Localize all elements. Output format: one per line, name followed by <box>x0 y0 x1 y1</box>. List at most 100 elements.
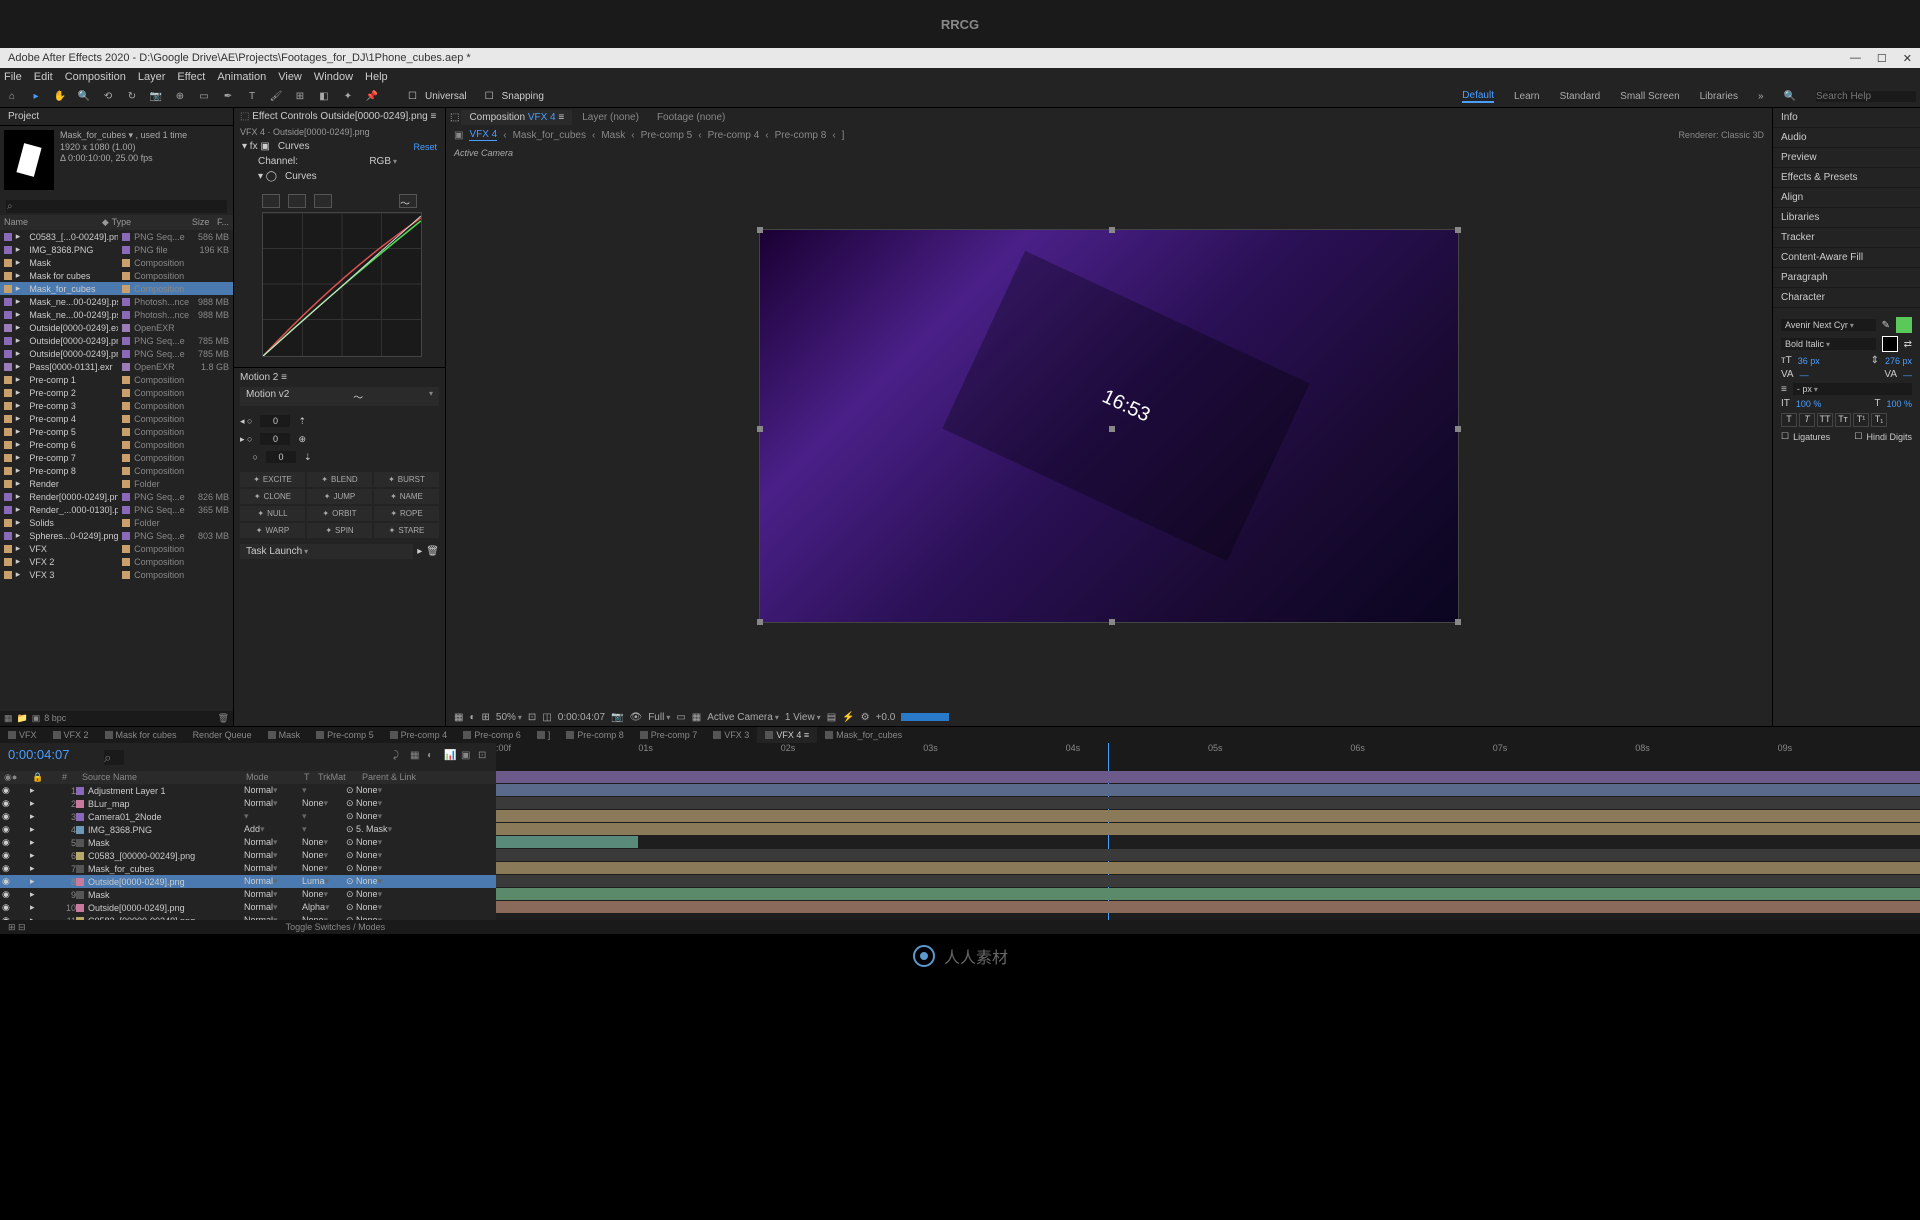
menu-edit[interactable]: Edit <box>34 71 53 83</box>
layer-bar[interactable] <box>496 849 1920 861</box>
search-icon[interactable]: 🔍 <box>1784 91 1796 102</box>
resolution-dropdown[interactable]: Full <box>648 712 670 723</box>
motion-jump-button[interactable]: ✦JUMP <box>307 489 372 504</box>
project-item[interactable]: ▸Pass[0000-0131].exrOpenEXR1.8 GB <box>0 360 233 373</box>
roto-tool-icon[interactable]: ✦ <box>340 89 356 105</box>
timeline-column-headers[interactable]: ◉●🔒# Source Name Mode T TrkMat Parent & … <box>0 771 496 784</box>
motion-name-button[interactable]: ✦NAME <box>374 489 439 504</box>
channel-icon[interactable]: ◫ <box>542 712 551 723</box>
timeline-tab[interactable]: Pre-comp 4 <box>382 727 456 743</box>
timeline-ruler[interactable]: :00f01s02s03s04s05s06s07s08s09s10 <box>496 743 1920 771</box>
timeline-tab[interactable]: Mask for cubes <box>97 727 185 743</box>
task-go-button[interactable]: ▸ <box>417 546 422 557</box>
alpha-icon[interactable]: ▦ <box>454 712 463 723</box>
project-item[interactable]: ▸Pre-comp 4Composition <box>0 412 233 425</box>
rotation-tool-icon[interactable]: ↻ <box>124 89 140 105</box>
toggle-switches-button[interactable]: Toggle Switches / Modes <box>286 922 386 932</box>
project-item[interactable]: ▸Mask_ne...00-0249].psdPhotosh...nce988 … <box>0 295 233 308</box>
zoom-dropdown[interactable]: 50% <box>496 712 522 723</box>
project-item[interactable]: ▸SolidsFolder <box>0 516 233 529</box>
tl-draft3d-icon[interactable]: ▣ <box>461 750 475 764</box>
timeline-tab[interactable]: Pre-comp 8 <box>558 727 632 743</box>
project-item[interactable]: ▸Pre-comp 5Composition <box>0 425 233 438</box>
timeline-layer-row[interactable]: ◉▸10Outside[0000-0249].pngNormal▾Alpha▾⊙… <box>0 901 496 914</box>
panel-tracker[interactable]: Tracker <box>1773 228 1920 248</box>
timeline-tab[interactable]: ] <box>529 727 559 743</box>
layer-tab[interactable]: Layer (none) <box>574 110 647 125</box>
kerning-input[interactable]: — <box>1800 370 1809 380</box>
motion-orbit-button[interactable]: ✦ORBIT <box>307 506 372 521</box>
pixel-aspect-icon[interactable]: ▤ <box>827 712 836 723</box>
menu-composition[interactable]: Composition <box>65 71 126 83</box>
menu-view[interactable]: View <box>278 71 302 83</box>
curve-linear-button[interactable] <box>288 194 306 208</box>
layer-bar[interactable] <box>496 797 1920 809</box>
timeline-layer-row[interactable]: ◉▸8Outside[0000-0249].pngNormal▾Luma▾⊙ N… <box>0 875 496 888</box>
type-tool-icon[interactable]: T <box>244 89 260 105</box>
maximize-button[interactable]: ☐ <box>1877 52 1887 65</box>
task-launch-dropdown[interactable]: Task Launch <box>240 544 413 559</box>
panel-effects---presets[interactable]: Effects & Presets <box>1773 168 1920 188</box>
project-item[interactable]: ▸VFXComposition <box>0 542 233 555</box>
project-item[interactable]: ▸Mask_for_cubesComposition <box>0 282 233 295</box>
allcaps-button[interactable]: TT <box>1817 413 1833 427</box>
show-snapshot-icon[interactable]: 👁 <box>629 712 642 723</box>
workspace-smallscreen[interactable]: Small Screen <box>1620 91 1679 102</box>
project-item[interactable]: ▸VFX 2Composition <box>0 555 233 568</box>
motion-rope-button[interactable]: ✦ROPE <box>374 506 439 521</box>
anchor-bot-icon[interactable]: ⇣ <box>304 452 312 463</box>
home-icon[interactable]: ⌂ <box>4 89 20 105</box>
new-folder-icon[interactable]: 📁 <box>17 713 28 724</box>
panel-preview[interactable]: Preview <box>1773 148 1920 168</box>
font-family-dropdown[interactable]: Avenir Next Cyr <box>1781 319 1876 331</box>
camera-tool-icon[interactable]: 📷 <box>148 89 164 105</box>
search-help-input[interactable] <box>1816 91 1916 102</box>
interpret-icon[interactable]: ▦ <box>4 713 13 724</box>
layer-bar[interactable] <box>496 875 1920 887</box>
motion-val-2[interactable]: 0 <box>260 433 290 445</box>
motion-stare-button[interactable]: ✦STARE <box>374 523 439 538</box>
motion-val-1[interactable]: 0 <box>260 415 290 427</box>
hand-tool-icon[interactable]: ✋ <box>52 89 68 105</box>
snapshot-icon[interactable]: 📷 <box>611 712 623 723</box>
timeline-layer-row[interactable]: ◉▸5MaskNormal▾None▾⊙ None▾ <box>0 836 496 849</box>
layer-bar[interactable] <box>496 823 1920 835</box>
pen-tool-icon[interactable]: ✒ <box>220 89 236 105</box>
timeline-tab[interactable]: VFX 4 ≡ <box>757 727 817 743</box>
project-item[interactable]: ▸RenderFolder <box>0 477 233 490</box>
project-item[interactable]: ▸Render[0000-0249].pngPNG Seq...e826 MB <box>0 490 233 503</box>
anchor-top-icon[interactable]: ⇡ <box>298 416 306 427</box>
curve-smooth-button[interactable] <box>314 194 332 208</box>
motion-clone-button[interactable]: ✦CLONE <box>240 489 305 504</box>
panel-content-aware-fill[interactable]: Content-Aware Fill <box>1773 248 1920 268</box>
breadcrumb-item[interactable]: Pre-comp 5 <box>641 130 693 141</box>
renderer-button[interactable]: Classic 3D <box>1721 130 1764 140</box>
motion-spin-button[interactable]: ✦SPIN <box>307 523 372 538</box>
timeline-layer-row[interactable]: ◉▸3Camera01_2Node▾▾⊙ None▾ <box>0 810 496 823</box>
bpc-button[interactable]: 8 bpc <box>44 713 66 724</box>
tl-graph-icon[interactable]: 📊 <box>444 750 458 764</box>
views-dropdown[interactable]: 1 View <box>785 712 821 723</box>
mask-icon[interactable]: ◐ <box>469 712 475 723</box>
selection-tool-icon[interactable]: ▸ <box>28 89 44 105</box>
minimize-button[interactable]: — <box>1850 52 1861 65</box>
timeline-layer-row[interactable]: ◉▸2BLur_mapNormal▾None▾⊙ None▾ <box>0 797 496 810</box>
swap-colors-icon[interactable]: ⇄ <box>1904 339 1912 350</box>
composition-tab[interactable]: Composition VFX 4 ≡ <box>461 110 572 125</box>
project-item[interactable]: ▸IMG_8368.PNGPNG file196 KB <box>0 243 233 256</box>
shape-tool-icon[interactable]: ▭ <box>196 89 212 105</box>
roi-icon[interactable]: ▭ <box>676 712 685 723</box>
reset-button[interactable]: Reset <box>413 142 437 152</box>
curve-bezier-button[interactable] <box>262 194 280 208</box>
panel-align[interactable]: Align <box>1773 188 1920 208</box>
timeline-tab[interactable]: Mask <box>260 727 309 743</box>
timeline-tab[interactable]: VFX 2 <box>45 727 97 743</box>
timeline-tab[interactable]: Pre-comp 6 <box>455 727 529 743</box>
font-size-input[interactable]: 36 px <box>1798 356 1820 366</box>
tl-frame-blend-icon[interactable]: ▦ <box>410 750 424 764</box>
leading-input[interactable]: 276 px <box>1885 356 1912 366</box>
preview-frame[interactable]: 16:53 <box>759 229 1459 623</box>
bold-button[interactable]: T <box>1781 413 1797 427</box>
motion-warp-button[interactable]: ✦WARP <box>240 523 305 538</box>
workspace-standard[interactable]: Standard <box>1560 91 1601 102</box>
